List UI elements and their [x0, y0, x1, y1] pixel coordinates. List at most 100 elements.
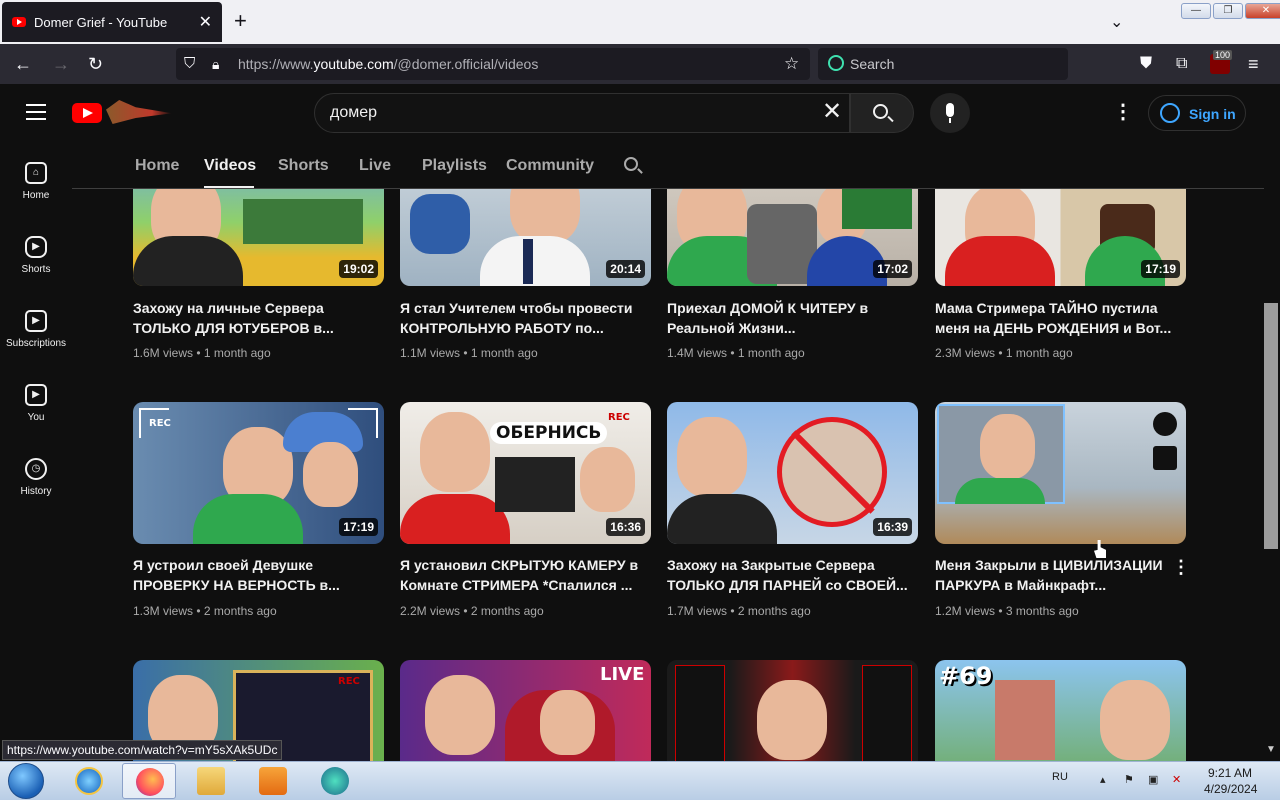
tab-playlists[interactable]: Playlists — [422, 157, 487, 175]
home-icon: ⌂ — [25, 162, 47, 184]
folder-icon — [197, 767, 225, 795]
video-meta: 2.2M views • 2 months ago — [400, 604, 544, 618]
media-player-icon — [259, 767, 287, 795]
lock-icon[interactable]: 🔒︎ — [212, 54, 219, 74]
taskbar-firefox[interactable] — [122, 763, 176, 799]
volume-muted-icon[interactable]: ✕ — [1172, 773, 1186, 787]
sign-in-button[interactable]: Sign in — [1148, 95, 1246, 131]
extensions-icon[interactable]: ⧉ — [1176, 54, 1187, 74]
video-duration: 19:02 — [339, 260, 378, 278]
video-thumbnail[interactable]: 20:14 — [400, 189, 651, 286]
forward-icon[interactable]: → — [52, 54, 70, 74]
list-all-tabs-icon[interactable]: ⌄ — [1110, 12, 1123, 32]
thumb-overlay-text: REC — [338, 676, 360, 687]
new-tab-icon[interactable]: + — [234, 10, 247, 32]
video-thumbnail[interactable]: REC 17:19 — [133, 402, 384, 544]
scroll-down-arrow-icon[interactable]: ▼ — [1266, 744, 1276, 755]
show-hidden-icons-icon[interactable]: ▴ — [1100, 773, 1114, 787]
firefox-icon — [136, 768, 164, 796]
search-icon — [873, 104, 888, 119]
video-thumbnail[interactable]: #69 — [935, 660, 1186, 761]
video-meta: 1.3M views • 2 months ago — [133, 604, 277, 618]
video-grid: 19:02 20:14 17:02 17:19 Захожу на личные… — [0, 189, 1264, 761]
channel-search-icon[interactable] — [624, 157, 638, 171]
taskbar-ie[interactable] — [62, 763, 116, 799]
taskbar-media-player[interactable] — [246, 763, 300, 799]
search-query: домер — [330, 104, 378, 121]
close-tab-icon[interactable]: ✕ — [199, 12, 212, 32]
taskbar-explorer[interactable] — [184, 763, 238, 799]
browser-search-box[interactable]: Search — [818, 48, 1068, 80]
add-to-queue-icon[interactable] — [1153, 446, 1177, 470]
tab-community[interactable]: Community — [506, 157, 594, 175]
reload-icon[interactable]: ↻ — [88, 54, 103, 74]
url-bar[interactable]: ⛉ 🔒︎ https://www.youtube.com/@domer.offi… — [176, 48, 810, 80]
settings-more-icon[interactable]: ⋮ — [1113, 102, 1133, 122]
guide-menu-icon[interactable] — [26, 104, 46, 120]
video-thumbnail[interactable]: LIVE — [400, 660, 651, 761]
video-meta: 1.1M views • 1 month ago — [400, 346, 538, 360]
video-thumbnail[interactable]: 17:02 — [667, 189, 918, 286]
video-title[interactable]: Я устроил своей Девушке ПРОВЕРКУ НА ВЕРН… — [133, 555, 383, 595]
thumb-rec-text: REC — [608, 412, 630, 423]
video-title[interactable]: Мама Стримера ТАЙНО пустила меня на ДЕНЬ… — [935, 298, 1185, 338]
search-button[interactable] — [850, 93, 914, 133]
video-thumbnail[interactable] — [935, 402, 1186, 544]
video-title[interactable]: Я установил СКРЫТУЮ КАМЕРУ в Комнате СТР… — [400, 555, 650, 595]
video-title[interactable]: Захожу на личные Сервера ТОЛЬКО ДЛЯ ЮТУБ… — [133, 298, 383, 338]
youtube-search-input[interactable] — [314, 93, 850, 133]
bookmark-star-icon[interactable]: ☆ — [784, 54, 799, 74]
tab-live[interactable]: Live — [359, 157, 391, 175]
taskbar-app[interactable] — [308, 763, 362, 799]
menu-icon[interactable]: ≡ — [1248, 54, 1259, 74]
user-icon — [1160, 103, 1180, 123]
video-meta: 1.6M views • 1 month ago — [133, 346, 271, 360]
video-meta: 1.2M views • 3 months ago — [935, 604, 1079, 618]
video-thumbnail[interactable] — [667, 660, 918, 761]
video-meta: 2.3M views • 1 month ago — [935, 346, 1073, 360]
app-icon — [321, 767, 349, 795]
video-meta: 1.4M views • 1 month ago — [667, 346, 805, 360]
thumb-live-text: LIVE — [600, 664, 645, 685]
ublock-badge: 100 — [1213, 50, 1233, 60]
video-title[interactable]: Меня Закрыли в ЦИВИЛИЗАЦИИ ПАРКУРА в Май… — [935, 555, 1170, 595]
video-duration: 20:14 — [606, 260, 645, 278]
close-window-button[interactable]: ✕ — [1245, 3, 1280, 19]
youtube-favicon-icon — [12, 17, 26, 27]
clock-time[interactable]: 9:21 AM — [1208, 766, 1252, 780]
thumb-overlay-text: REC — [149, 418, 171, 429]
restore-button[interactable]: ❐ — [1213, 3, 1243, 19]
video-duration: 17:19 — [1141, 260, 1180, 278]
tracking-shield-icon[interactable]: ⛉ — [184, 54, 195, 74]
youtube-logo-icon[interactable] — [72, 103, 102, 123]
video-thumbnail[interactable]: 19:02 — [133, 189, 384, 286]
clock-date[interactable]: 4/29/2024 — [1204, 782, 1257, 796]
search-placeholder: Search — [850, 56, 895, 72]
video-actions-icon[interactable]: ⋮ — [1172, 557, 1190, 578]
video-duration: 17:02 — [873, 260, 912, 278]
video-thumbnail[interactable]: ОБЕРНИСЬ REC 16:36 — [400, 402, 651, 544]
browser-tab[interactable]: Domer Grief - YouTube ✕ — [2, 2, 222, 42]
tab-home[interactable]: Home — [135, 157, 179, 175]
network-icon[interactable]: ▣ — [1148, 773, 1162, 787]
clear-search-icon[interactable]: ✕ — [822, 100, 842, 124]
tab-shorts[interactable]: Shorts — [278, 157, 329, 175]
url-text: https://www.youtube.com/@domer.official/… — [238, 56, 539, 72]
tab-videos[interactable]: Videos — [204, 157, 256, 175]
video-thumbnail[interactable]: 17:19 — [935, 189, 1186, 286]
voice-search-icon[interactable] — [930, 93, 970, 133]
scrollbar-thumb[interactable] — [1264, 303, 1278, 549]
video-title[interactable]: Я стал Учителем чтобы провести КОНТРОЛЬН… — [400, 298, 650, 338]
back-icon[interactable]: ← — [14, 54, 32, 74]
action-center-flag-icon[interactable]: ⚑ — [1124, 773, 1138, 787]
video-title[interactable]: Захожу на Закрытые Сервера ТОЛЬКО ДЛЯ ПА… — [667, 555, 917, 595]
video-duration: 16:39 — [873, 518, 912, 536]
minimize-button[interactable]: — — [1181, 3, 1211, 19]
language-indicator[interactable]: RU — [1052, 771, 1068, 783]
thumb-overlay-text: #69 — [939, 662, 993, 690]
start-button[interactable] — [8, 763, 44, 799]
video-title[interactable]: Приехал ДОМОЙ К ЧИТЕРУ в Реальной Жизни.… — [667, 298, 917, 338]
watch-later-icon[interactable] — [1153, 412, 1177, 436]
pocket-icon[interactable]: ⛊ — [1140, 54, 1152, 74]
video-thumbnail[interactable]: 16:39 — [667, 402, 918, 544]
